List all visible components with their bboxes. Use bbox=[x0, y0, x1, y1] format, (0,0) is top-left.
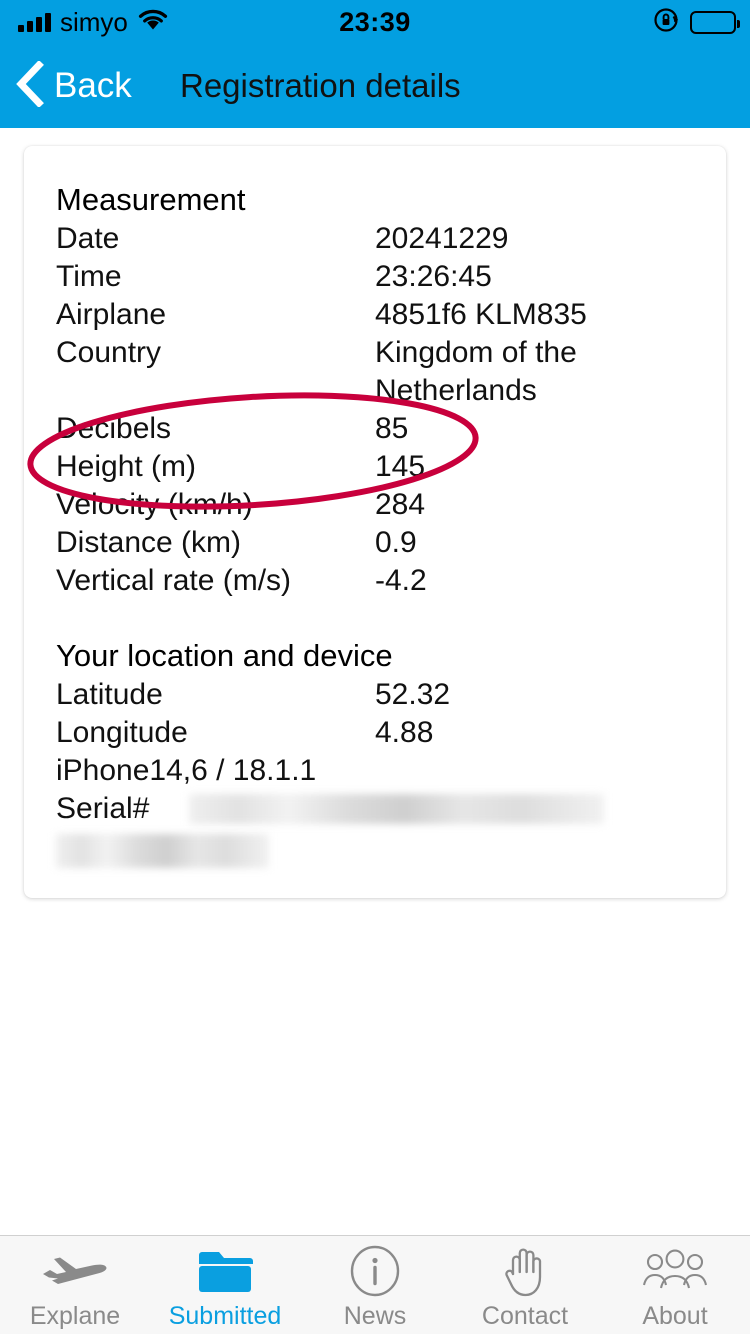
row-value: 85 bbox=[375, 412, 409, 445]
serial-redaction-bar-2 bbox=[56, 834, 269, 868]
status-bar: simyo 23:39 bbox=[0, 0, 750, 44]
tab-contact[interactable]: Contact bbox=[450, 1236, 600, 1334]
row-label: Distance (km) bbox=[56, 526, 242, 559]
hand-icon bbox=[501, 1246, 549, 1296]
row-label: Longitude bbox=[56, 716, 188, 749]
folder-icon bbox=[197, 1246, 253, 1296]
tab-label: About bbox=[642, 1301, 708, 1330]
registration-details-card: Measurement Date 20241229 Time 23:26:45 … bbox=[24, 146, 726, 898]
table-row: Velocity (km/h) 284 bbox=[56, 486, 706, 524]
tab-label: Submitted bbox=[168, 1301, 282, 1330]
row-value: 4.88 bbox=[375, 716, 434, 749]
chevron-left-icon bbox=[14, 59, 44, 112]
tab-about[interactable]: About bbox=[600, 1236, 750, 1334]
row-label: Latitude bbox=[56, 678, 163, 711]
table-row: Longitude 4.88 bbox=[56, 714, 706, 752]
tab-label: News bbox=[343, 1301, 407, 1330]
row-value: 4851f6 KLM835 bbox=[375, 298, 587, 331]
table-row: Latitude 52.32 bbox=[56, 676, 706, 714]
people-group-icon bbox=[643, 1246, 707, 1296]
tab-bar: Explane Submitted News Contact About bbox=[0, 1235, 750, 1334]
table-row: Country Kingdom of the Netherlands bbox=[56, 334, 706, 410]
table-row: Vertical rate (m/s) -4.2 bbox=[56, 562, 706, 600]
row-label: Date bbox=[56, 222, 120, 255]
table-row: Distance (km) 0.9 bbox=[56, 524, 706, 562]
rotation-lock-icon bbox=[653, 7, 679, 38]
location-device-heading: Your location and device bbox=[56, 638, 393, 673]
airplane-icon bbox=[40, 1246, 110, 1296]
tab-explane[interactable]: Explane bbox=[0, 1236, 150, 1334]
row-label: Airplane bbox=[56, 298, 167, 331]
device-model-label: iPhone14,6 / 18.1.1 bbox=[56, 754, 317, 787]
serial-row: Serial# bbox=[56, 790, 706, 868]
row-value: Kingdom of the Netherlands bbox=[375, 336, 577, 407]
tab-submitted[interactable]: Submitted bbox=[150, 1236, 300, 1334]
battery-icon bbox=[690, 10, 740, 34]
page-title: Registration details bbox=[180, 67, 461, 104]
row-label: Country bbox=[56, 336, 162, 369]
tab-label: Contact bbox=[481, 1301, 569, 1330]
row-value: -4.2 bbox=[375, 564, 427, 597]
status-bar-clock: 23:39 bbox=[339, 6, 411, 37]
table-row: Time 23:26:45 bbox=[56, 258, 706, 296]
row-label: Velocity (km/h) bbox=[56, 488, 253, 521]
row-value: 284 bbox=[375, 488, 426, 521]
back-button-label: Back bbox=[54, 66, 132, 105]
row-value: 52.32 bbox=[375, 678, 451, 711]
measurement-heading: Measurement bbox=[56, 182, 246, 217]
table-row: Decibels 85 bbox=[56, 410, 706, 448]
table-row: Date 20241229 bbox=[56, 220, 706, 258]
row-value: 20241229 bbox=[375, 222, 509, 255]
serial-label: Serial# bbox=[56, 792, 150, 825]
row-label: Height (m) bbox=[56, 450, 197, 483]
tab-news[interactable]: News bbox=[300, 1236, 450, 1334]
row-value: 145 bbox=[375, 450, 426, 483]
row-value: 0.9 bbox=[375, 526, 417, 559]
info-circle-icon bbox=[349, 1245, 401, 1296]
navigation-bar: Back Registration details bbox=[0, 44, 750, 128]
row-value: 23:26:45 bbox=[375, 260, 492, 293]
back-button[interactable]: Back bbox=[14, 44, 132, 128]
table-row: Height (m) 145 bbox=[56, 448, 706, 486]
card-content: Measurement Date 20241229 Time 23:26:45 … bbox=[56, 180, 706, 868]
row-label: Time bbox=[56, 260, 122, 293]
serial-redaction-bar bbox=[189, 794, 604, 824]
table-row: Airplane 4851f6 KLM835 bbox=[56, 296, 706, 334]
row-label: Decibels bbox=[56, 412, 172, 445]
tab-label: Explane bbox=[29, 1301, 121, 1330]
row-label: Vertical rate (m/s) bbox=[56, 564, 292, 597]
status-bar-right bbox=[653, 7, 740, 38]
app-screen: simyo 23:39 Back Registration details Me… bbox=[0, 0, 750, 1334]
